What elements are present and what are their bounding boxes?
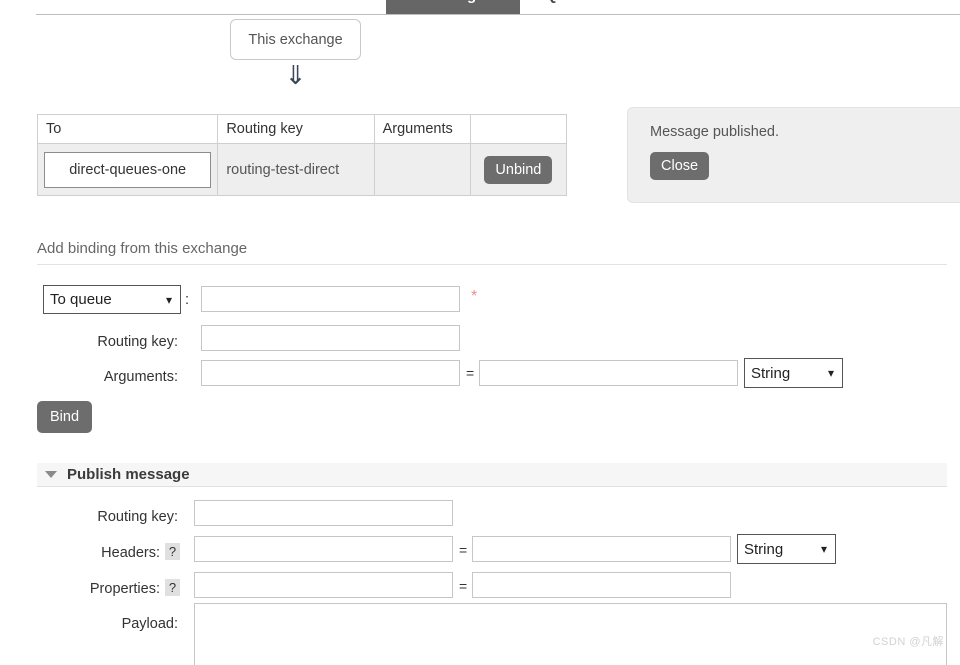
publish-message-title: Publish message [67,466,190,483]
message-published-panel: Message published. Close [627,107,960,203]
column-header-routing-key: Routing key [217,114,375,144]
collapse-triangle-icon[interactable] [45,471,57,478]
down-arrow-icon: ⇓ [284,60,307,90]
publish-routing-key-input[interactable] [194,500,453,526]
bind-button[interactable]: Bind [37,401,93,433]
message-published-text: Message published. [650,124,779,140]
publish-payload-textarea[interactable] [194,603,947,665]
tab-connections[interactable]: Connections [120,0,265,14]
binding-destination-select[interactable]: To queue [43,285,181,314]
publish-headers-value-input[interactable] [472,536,731,562]
close-button[interactable]: Close [650,152,710,180]
publish-payload-label: Payload: [121,616,178,632]
binding-destination-select-wrap[interactable]: To queue ▾ [43,285,181,314]
binding-destination-input[interactable] [201,286,460,312]
publish-headers-type-select-wrap[interactable]: String ▾ [737,534,836,564]
headers-help-icon[interactable]: ? [165,543,180,560]
tab-admin[interactable]: Admin [628,0,728,14]
page-root: Overview Connections Channels Exchanges … [0,0,960,665]
publish-properties-equals: = [459,578,468,594]
table-row: direct-queues-one routing-test-direct Un… [36,143,568,196]
cell-actions: Unbind [469,143,568,196]
cell-to: direct-queues-one [36,143,219,196]
table-header-row: To Routing key Arguments [36,114,568,144]
this-exchange-node: This exchange [230,19,361,60]
required-asterisk: * [471,288,478,305]
publish-headers-label: Headers: [101,545,160,561]
column-header-actions [469,114,568,144]
binding-arguments-value-input[interactable] [479,360,738,386]
binding-type-select[interactable]: String [744,358,843,388]
binding-arguments-label: Arguments: [103,369,178,385]
tab-queues[interactable]: Queues [520,0,628,14]
publish-message-header[interactable]: Publish message [37,463,947,487]
unbind-button[interactable]: Unbind [484,155,553,184]
tab-exchanges[interactable]: Exchanges [386,0,520,14]
publish-headers-key-input[interactable] [194,536,453,562]
publish-headers-type-select[interactable]: String [737,534,836,564]
publish-properties-label: Properties: [89,581,160,597]
binding-destination-colon: : [185,292,190,308]
binding-arguments-equals: = [466,365,475,381]
this-exchange-label: This exchange [248,31,343,48]
publish-properties-value-input[interactable] [472,572,731,598]
properties-help-icon[interactable]: ? [165,579,180,596]
binding-routing-key-input[interactable] [201,325,460,351]
binding-arguments-key-input[interactable] [201,360,460,386]
tab-overview[interactable]: Overview [0,0,120,14]
top-navbar: Overview Connections Channels Exchanges … [0,0,960,15]
watermark: CSDN @凡解 [872,636,944,648]
publish-headers-equals: = [459,542,468,558]
binding-type-select-wrap[interactable]: String ▾ [744,358,843,388]
cell-routing-key: routing-test-direct [217,143,375,196]
column-header-to: To [36,114,219,144]
column-header-arguments: Arguments [373,114,471,144]
add-binding-heading: Add binding from this exchange [37,240,947,265]
nav-divider [36,14,960,15]
bindings-table: To Routing key Arguments direct-queues-o… [36,114,568,196]
publish-routing-key-label: Routing key: [97,509,178,525]
publish-properties-key-input[interactable] [194,572,453,598]
cell-arguments [373,143,471,196]
nav-tab-list: Overview Connections Channels Exchanges … [0,0,727,14]
queue-link[interactable]: direct-queues-one [44,151,212,188]
binding-routing-key-label: Routing key: [97,334,178,350]
tab-channels[interactable]: Channels [265,0,386,14]
